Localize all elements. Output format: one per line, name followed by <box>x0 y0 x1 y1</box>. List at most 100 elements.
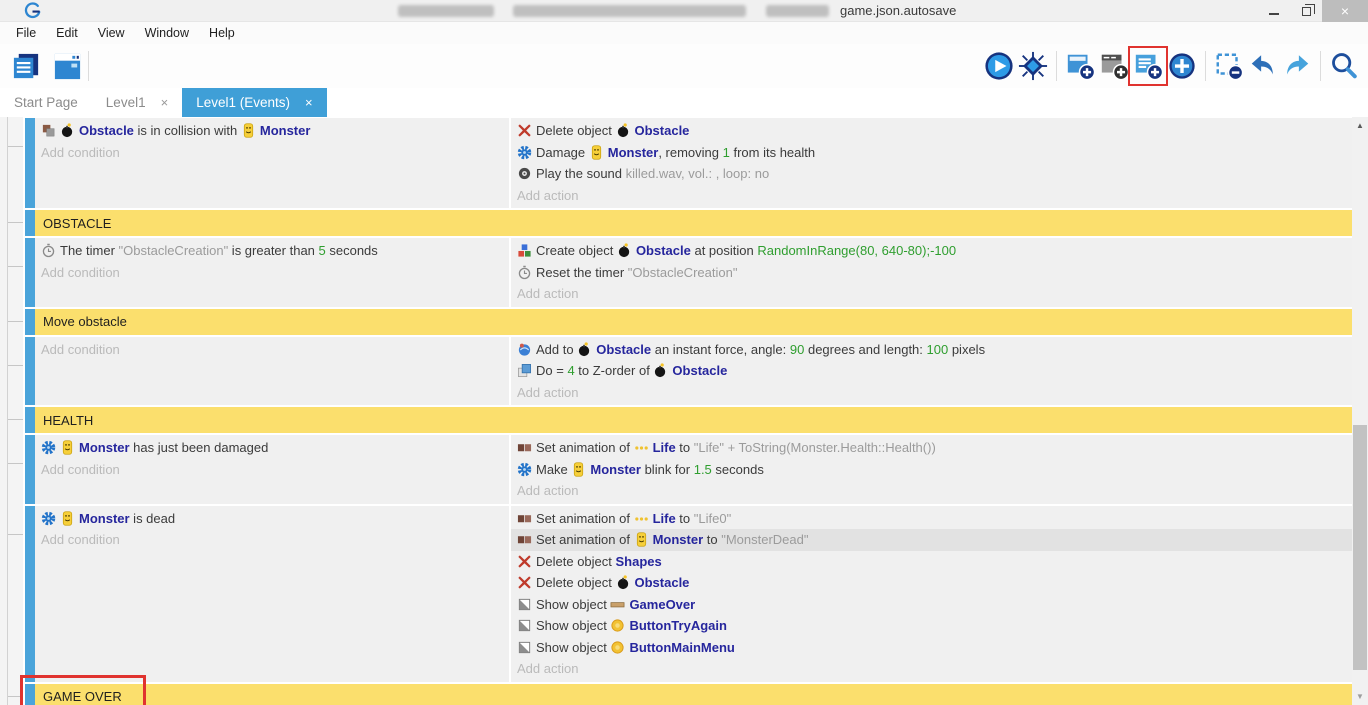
event-text-string: "Life" + ToString(Monster.Health::Health… <box>694 440 936 455</box>
actions-column: Delete object ObstacleDamage Monster, re… <box>511 118 1352 208</box>
group-selection-bar[interactable] <box>25 309 35 335</box>
action-line[interactable]: Delete object Obstacle <box>511 572 1352 594</box>
action-line[interactable]: Set animation of Life to "Life0" <box>511 508 1352 530</box>
add-circle-icon[interactable] <box>1166 50 1198 82</box>
tab-label: Level1 <box>106 95 146 110</box>
tree-tick <box>8 365 23 366</box>
group-header[interactable]: HEALTH <box>35 407 1352 433</box>
event-selection-bar[interactable] <box>25 435 35 504</box>
debug-icon[interactable] <box>1017 50 1049 82</box>
event-row: Monster has just been damagedAdd conditi… <box>0 435 1352 504</box>
tab-level1-events-[interactable]: Level1 (Events)× <box>182 88 326 117</box>
scroll-down-button[interactable]: ▼ <box>1352 688 1368 705</box>
group-selection-bar[interactable] <box>25 210 35 236</box>
event-text-string: "ObstacleCreation" <box>628 265 738 280</box>
condition-line[interactable]: The timer "ObstacleCreation" is greater … <box>35 240 509 262</box>
tab-close-icon[interactable]: × <box>161 95 169 110</box>
group-header[interactable]: GAME OVER <box>35 684 1352 705</box>
add-action[interactable]: Add action <box>511 382 1352 404</box>
add-action[interactable]: Add action <box>511 185 1352 207</box>
add-comment-icon[interactable] <box>1132 50 1164 82</box>
tree-tick <box>8 321 23 322</box>
action-line[interactable]: Delete object Shapes <box>511 551 1352 573</box>
vertical-scrollbar[interactable]: ▲ ▼ <box>1352 117 1368 705</box>
tab-start-page[interactable]: Start Page <box>0 88 92 117</box>
close-button[interactable]: × <box>1322 0 1368 22</box>
event-text-text: is greater than <box>228 243 318 258</box>
add-action[interactable]: Add action <box>511 658 1352 680</box>
search-icon[interactable] <box>1328 50 1360 82</box>
window-controls: × <box>1258 0 1368 22</box>
play-icon[interactable] <box>983 50 1015 82</box>
action-line[interactable]: Show object ButtonMainMenu <box>511 637 1352 659</box>
menu-item-help[interactable]: Help <box>199 26 245 40</box>
action-line[interactable]: Show object ButtonTryAgain <box>511 615 1352 637</box>
undo-icon[interactable] <box>1247 50 1279 82</box>
event-text-string: "Life0" <box>694 511 731 526</box>
group-selection-bar[interactable] <box>25 684 35 705</box>
action-line[interactable]: Set animation of Monster to "MonsterDead… <box>511 529 1352 551</box>
project-manager-icon[interactable] <box>10 50 42 82</box>
menu-item-edit[interactable]: Edit <box>46 26 88 40</box>
event-text-text: to <box>676 511 694 526</box>
tab-close-icon[interactable]: × <box>305 95 313 110</box>
add-condition[interactable]: Add condition <box>35 529 509 551</box>
add-condition[interactable]: Add condition <box>35 142 509 164</box>
action-line[interactable]: Show object GameOver <box>511 594 1352 616</box>
action-line[interactable]: Do = 4 to Z-order of Obstacle <box>511 360 1352 382</box>
event-body: Obstacle is in collision with MonsterAdd… <box>35 118 1352 208</box>
restore-button[interactable] <box>1290 0 1322 22</box>
add-action[interactable]: Add action <box>511 283 1352 305</box>
tab-level1[interactable]: Level1 × <box>92 88 182 117</box>
group-header[interactable]: OBSTACLE <box>35 210 1352 236</box>
group-selection-bar[interactable] <box>25 407 35 433</box>
add-action[interactable]: Add action <box>511 480 1352 502</box>
delete-selection-icon[interactable] <box>1213 50 1245 82</box>
action-line[interactable]: Delete object Obstacle <box>511 120 1352 142</box>
event-selection-bar[interactable] <box>25 337 35 406</box>
condition-line[interactable]: Monster is dead <box>35 508 509 530</box>
add-condition[interactable]: Add condition <box>35 339 509 361</box>
health-icon <box>41 440 56 455</box>
event-text-text: Reset the timer <box>536 265 628 280</box>
group-row: GAME OVER <box>0 684 1352 705</box>
condition-line[interactable]: Obstacle is in collision with Monster <box>35 120 509 142</box>
scroll-thumb[interactable] <box>1353 425 1367 670</box>
events-list: Obstacle is in collision with MonsterAdd… <box>0 118 1352 705</box>
menu-item-file[interactable]: File <box>6 26 46 40</box>
action-line[interactable]: Create object Obstacle at position Rando… <box>511 240 1352 262</box>
scroll-up-button[interactable]: ▲ <box>1352 117 1368 134</box>
tree-tick <box>8 534 23 535</box>
redo-icon[interactable] <box>1281 50 1313 82</box>
add-subevent-icon[interactable] <box>1098 50 1130 82</box>
group-row: HEALTH <box>0 407 1352 433</box>
group-header[interactable]: Move obstacle <box>35 309 1352 335</box>
action-line[interactable]: Add to Obstacle an instant force, angle:… <box>511 339 1352 361</box>
minimize-button[interactable] <box>1258 0 1290 22</box>
event-text-text: at position <box>691 243 758 258</box>
add-event-icon[interactable] <box>1064 50 1096 82</box>
event-text-object: Obstacle <box>635 123 690 138</box>
event-text-text: pixels <box>948 342 985 357</box>
event-text-object: Monster <box>653 532 704 547</box>
add-condition[interactable]: Add condition <box>35 459 509 481</box>
conditions-column: Monster has just been damagedAdd conditi… <box>35 435 509 504</box>
scene-editor-icon[interactable] <box>51 50 83 82</box>
menu-item-window[interactable]: Window <box>135 26 199 40</box>
action-line[interactable]: Set animation of Life to "Life" + ToStri… <box>511 437 1352 459</box>
actions-column: Set animation of Life to "Life" + ToStri… <box>511 435 1352 504</box>
event-text-text: Create object <box>536 243 617 258</box>
event-body: Add conditionAdd to Obstacle an instant … <box>35 337 1352 406</box>
action-line[interactable]: Reset the timer "ObstacleCreation" <box>511 262 1352 284</box>
health-icon <box>41 511 56 526</box>
add-condition[interactable]: Add condition <box>35 262 509 284</box>
action-line[interactable]: Play the sound killed.wav, vol.: , loop:… <box>511 163 1352 185</box>
event-selection-bar[interactable] <box>25 118 35 208</box>
menu-item-view[interactable]: View <box>88 26 135 40</box>
action-line[interactable]: Make Monster blink for 1.5 seconds <box>511 459 1352 481</box>
event-selection-bar[interactable] <box>25 506 35 682</box>
condition-line[interactable]: Monster has just been damaged <box>35 437 509 459</box>
event-selection-bar[interactable] <box>25 238 35 307</box>
event-text-text: Make <box>536 462 571 477</box>
action-line[interactable]: Damage Monster, removing 1 from its heal… <box>511 142 1352 164</box>
